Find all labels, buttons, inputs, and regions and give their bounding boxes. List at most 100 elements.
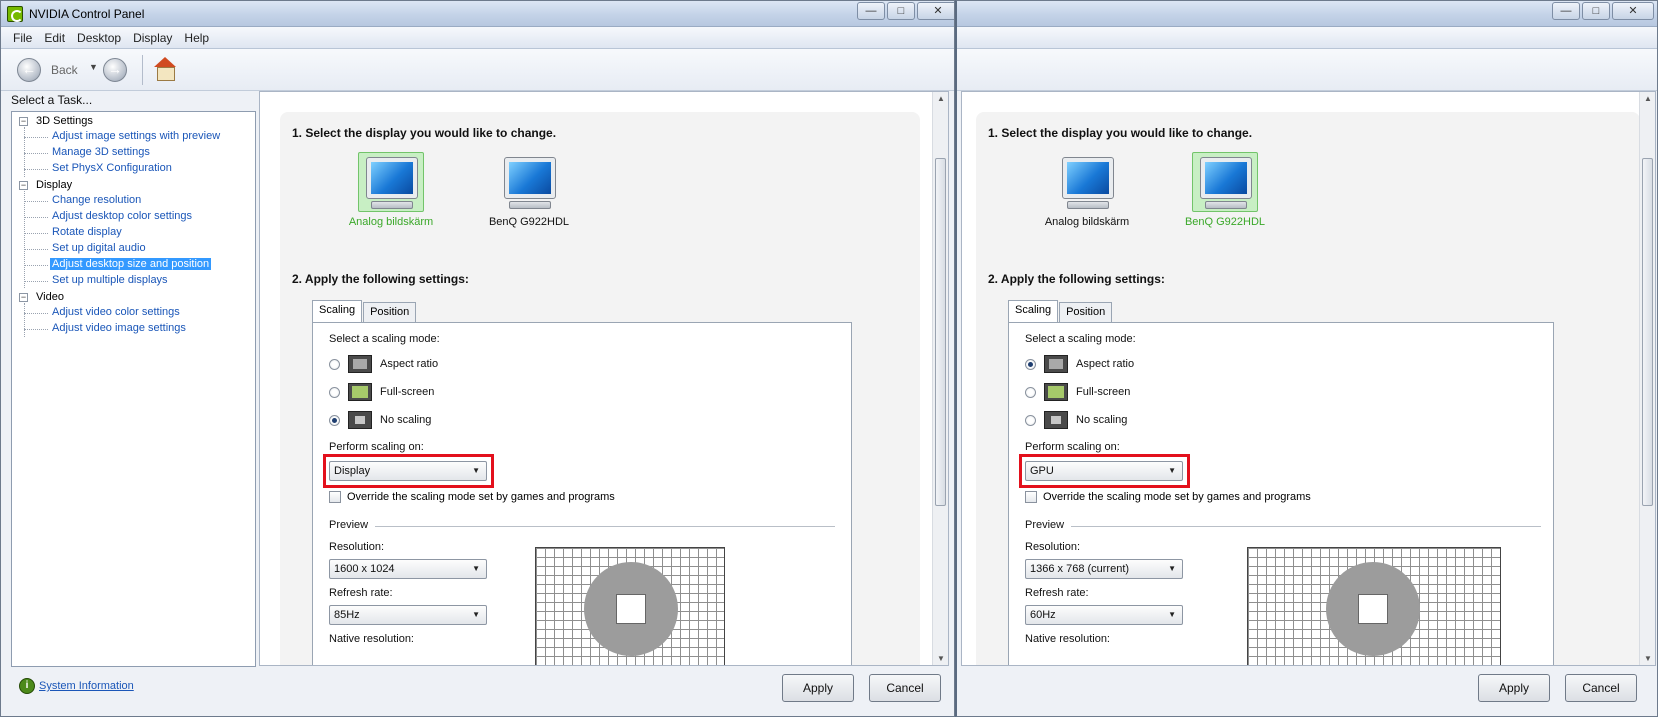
collapse-3d-settings-icon[interactable]: − (19, 117, 28, 126)
tab-position[interactable]: Position (1059, 302, 1113, 322)
radio-button-checked[interactable] (1025, 358, 1036, 370)
maximize-button[interactable]: □ (1582, 2, 1610, 20)
menu-desktop[interactable]: Desktop (71, 31, 127, 45)
radio-aspect-ratio[interactable]: Aspect ratio (1025, 355, 1134, 373)
close-button[interactable]: ✕ (1612, 2, 1654, 20)
task-adjust-video-image[interactable]: Adjust video image settings (24, 322, 188, 334)
task-rotate-display[interactable]: Rotate display (24, 226, 124, 238)
cancel-button[interactable]: Cancel (869, 674, 941, 702)
back-arrow-icon[interactable]: ← (17, 58, 41, 82)
native-resolution-label: Native resolution: (1025, 633, 1110, 645)
no-scaling-icon (348, 411, 372, 429)
resolution-select[interactable]: 1600 x 1024 ▼ (329, 559, 487, 579)
radio-button-checked[interactable] (329, 414, 340, 426)
vertical-scrollbar[interactable]: ▲ ▼ (1639, 92, 1655, 665)
monitor-icon (504, 157, 556, 199)
menu-edit[interactable]: Edit (38, 31, 71, 45)
close-button[interactable]: ✕ (917, 2, 954, 20)
refresh-rate-select[interactable]: 85Hz ▼ (329, 605, 487, 625)
tree-group-video[interactable]: Video (36, 291, 64, 303)
title-bar[interactable]: NVIDIA Control Panel — □ ✕ (1, 1, 954, 27)
scaling-mode-label: Select a scaling mode: (1025, 333, 1136, 345)
scroll-down-icon[interactable]: ▼ (1644, 654, 1652, 663)
collapse-display-icon[interactable]: − (19, 181, 28, 190)
task-set-up-multiple-displays[interactable]: Set up multiple displays (24, 274, 170, 286)
radio-no-scaling[interactable]: No scaling (329, 411, 431, 429)
back-history-dropdown-icon[interactable]: ▼ (89, 62, 98, 72)
menu-bar: File Edit Desktop Display Help (1, 27, 954, 49)
dropdown-arrow-icon: ▼ (1168, 610, 1176, 619)
scroll-up-icon[interactable]: ▲ (937, 94, 945, 103)
resolution-select[interactable]: 1366 x 768 (current) ▼ (1025, 559, 1183, 579)
native-resolution-label: Native resolution: (329, 633, 414, 645)
minimize-button[interactable]: — (1552, 2, 1580, 20)
collapse-video-icon[interactable]: − (19, 293, 28, 302)
override-scaling-checkbox[interactable] (329, 491, 341, 503)
task-adjust-desktop-color[interactable]: Adjust desktop color settings (23, 210, 194, 222)
settings-content: 1. Select the display you would like to … (961, 91, 1656, 666)
radio-no-scaling[interactable]: No scaling (1025, 411, 1127, 429)
tree-group-3d-settings[interactable]: 3D Settings (36, 115, 93, 127)
display-analog[interactable]: Analog bildskärm (1032, 152, 1142, 228)
radio-button[interactable] (1025, 386, 1036, 398)
override-scaling-checkbox-row[interactable]: Override the scaling mode set by games a… (1025, 491, 1311, 503)
nvidia-app-icon (7, 6, 23, 22)
refresh-rate-value: 85Hz (334, 609, 360, 621)
dialog-buttons: Apply Cancel (1, 667, 954, 716)
task-panel-header: Select a Task... (11, 93, 93, 107)
display-analog[interactable]: Analog bildskärm (336, 152, 446, 228)
step2-heading: 2. Apply the following settings: (292, 272, 469, 286)
menu-display[interactable]: Display (127, 31, 178, 45)
perform-scaling-select[interactable]: Display ▼ (329, 461, 487, 481)
cancel-button[interactable]: Cancel (1565, 674, 1637, 702)
back-button-label[interactable]: Back (51, 63, 78, 77)
tab-position[interactable]: Position (363, 302, 417, 322)
dropdown-arrow-icon: ▼ (472, 564, 480, 573)
radio-full-screen[interactable]: Full-screen (1025, 383, 1130, 401)
task-adjust-desktop-size-position[interactable]: Adjust desktop size and position (23, 258, 212, 270)
radio-full-screen[interactable]: Full-screen (329, 383, 434, 401)
override-scaling-checkbox[interactable] (1025, 491, 1037, 503)
refresh-rate-select[interactable]: 60Hz ▼ (1025, 605, 1183, 625)
step1-heading: 1. Select the display you would like to … (988, 126, 1253, 140)
task-change-resolution[interactable]: Change resolution (23, 194, 143, 206)
task-adjust-video-color[interactable]: Adjust video color settings (24, 306, 182, 318)
settings-section: 1. Select the display you would like to … (976, 112, 1640, 665)
radio-button[interactable] (329, 386, 340, 398)
apply-button[interactable]: Apply (1478, 674, 1550, 702)
preview-label: Preview (1025, 519, 1065, 531)
scroll-down-icon[interactable]: ▼ (937, 654, 945, 663)
display-benq[interactable]: BenQ G922HDL (474, 152, 584, 228)
task-set-up-digital-audio[interactable]: Set up digital audio (24, 242, 148, 254)
perform-scaling-select[interactable]: GPU ▼ (1025, 461, 1183, 481)
tree-line (24, 191, 25, 288)
home-icon[interactable] (153, 57, 177, 81)
task-set-physx-configuration[interactable]: Set PhysX Configuration (24, 162, 174, 174)
menu-help[interactable]: Help (178, 31, 215, 45)
minimize-button[interactable]: — (857, 2, 885, 20)
tree-group-display[interactable]: Display (36, 179, 72, 191)
apply-button[interactable]: Apply (782, 674, 854, 702)
scroll-thumb[interactable] (1642, 158, 1653, 506)
task-manage-3d-settings[interactable]: Manage 3D settings (24, 146, 152, 158)
task-adjust-image-settings[interactable]: Adjust image settings with preview (23, 130, 222, 142)
radio-button[interactable] (329, 358, 340, 370)
vertical-scrollbar[interactable]: ▲ ▼ (932, 92, 948, 665)
radio-button[interactable] (1025, 414, 1036, 426)
tab-scaling[interactable]: Scaling (312, 300, 363, 322)
override-scaling-checkbox-row[interactable]: Override the scaling mode set by games a… (329, 491, 615, 503)
monitor-stand (1205, 201, 1247, 209)
forward-arrow-icon[interactable]: → (103, 58, 127, 82)
scroll-thumb[interactable] (935, 158, 946, 506)
menu-file[interactable]: File (7, 31, 38, 45)
scaling-tab-page: Select a scaling mode: Aspect ratio Full… (1008, 322, 1554, 665)
scroll-up-icon[interactable]: ▲ (1644, 94, 1652, 103)
title-bar[interactable]: — □ ✕ (957, 1, 1657, 27)
radio-aspect-ratio[interactable]: Aspect ratio (329, 355, 438, 373)
preview-square (1358, 594, 1388, 624)
tab-scaling[interactable]: Scaling (1008, 300, 1059, 322)
perform-scaling-value: GPU (1030, 465, 1054, 477)
maximize-button[interactable]: □ (887, 2, 915, 20)
aspect-ratio-icon (1044, 355, 1068, 373)
display-benq[interactable]: BenQ G922HDL (1170, 152, 1280, 228)
